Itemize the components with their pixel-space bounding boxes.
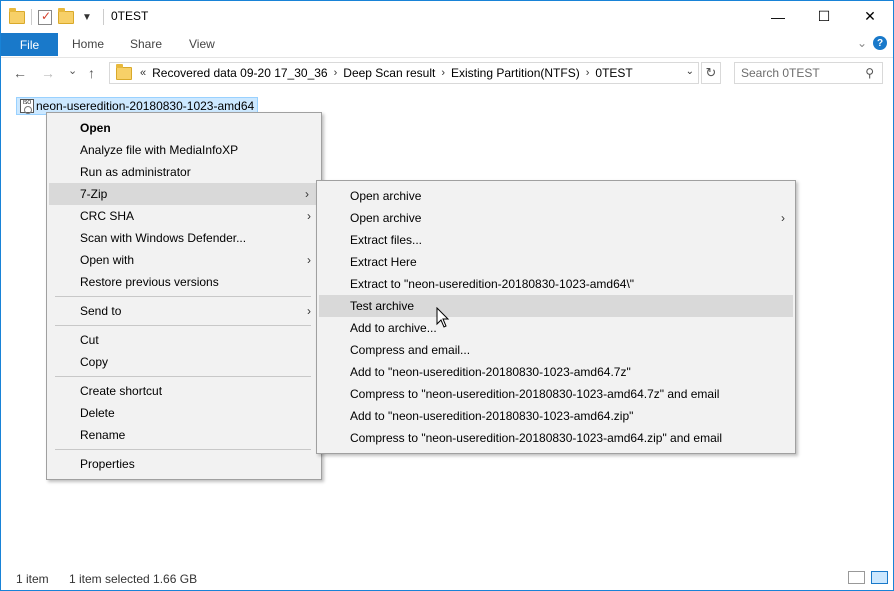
breadcrumb-separator-icon[interactable]: › — [334, 67, 338, 79]
customize-toolbar-chevron-icon[interactable]: ▼ — [82, 12, 92, 23]
menu-item-rename[interactable]: Rename — [47, 424, 321, 446]
status-bar: 1 item 1 item selected 1.66 GB — [1, 568, 893, 590]
submenu-arrow-icon: › — [781, 211, 785, 225]
window-title: 0TEST — [111, 9, 149, 23]
navigation-bar: ← → ⌄ ↑ « Recovered data 09-20 17_30_36 … — [1, 57, 893, 89]
breadcrumb-item[interactable]: Deep Scan result — [343, 66, 435, 80]
menu-item-cut[interactable]: Cut — [47, 329, 321, 351]
breadcrumb-separator-icon[interactable]: › — [586, 67, 590, 79]
submenu-item-extract-here[interactable]: Extract Here — [317, 251, 795, 273]
maximize-button[interactable]: ☐ — [801, 1, 847, 32]
title-divider — [103, 9, 104, 25]
tab-home[interactable]: Home — [72, 37, 104, 51]
menu-separator — [55, 325, 311, 326]
address-bar[interactable]: « Recovered data 09-20 17_30_36 › Deep S… — [109, 62, 699, 84]
title-bar: ▼ 0TEST — ☐ ✕ — [1, 1, 893, 33]
menu-separator — [55, 449, 311, 450]
menu-item-restore-versions[interactable]: Restore previous versions — [47, 271, 321, 293]
menu-separator — [55, 376, 311, 377]
menu-item-crc-sha[interactable]: CRC SHA › — [47, 205, 321, 227]
new-folder-icon[interactable] — [58, 7, 74, 24]
submenu-item-compress-and-email[interactable]: Compress and email... — [317, 339, 795, 361]
menu-item-create-shortcut[interactable]: Create shortcut — [47, 380, 321, 402]
submenu-item-add-to-archive[interactable]: Add to archive... — [317, 317, 795, 339]
properties-icon[interactable] — [38, 9, 52, 25]
large-icons-view-icon[interactable] — [871, 571, 888, 584]
file-name: neon-useredition-20180830-1023-amd64 — [36, 99, 255, 113]
help-icon[interactable]: ? — [873, 36, 887, 50]
menu-separator — [55, 296, 311, 297]
submenu-arrow-icon: › — [305, 187, 309, 201]
mouse-pointer-icon — [436, 307, 450, 328]
breadcrumb-overflow[interactable]: « — [140, 67, 146, 79]
submenu-item-add-to-zip[interactable]: Add to "neon-useredition-20180830-1023-a… — [317, 405, 795, 427]
submenu-item-extract-files[interactable]: Extract files... — [317, 229, 795, 251]
context-menu: Open Analyze file with MediaInfoXP Run a… — [46, 112, 322, 480]
expand-ribbon-chevron-icon[interactable]: ⌄ — [857, 36, 867, 50]
submenu-item-extract-to-folder[interactable]: Extract to "neon-useredition-20180830-10… — [317, 273, 795, 295]
selection-info: 1 item selected 1.66 GB — [69, 572, 198, 586]
submenu-item-test-archive[interactable]: Test archive — [319, 295, 793, 317]
close-button[interactable]: ✕ — [847, 1, 893, 32]
search-placeholder: Search 0TEST — [741, 66, 820, 80]
submenu-arrow-icon: › — [307, 304, 311, 318]
forward-button[interactable]: → — [41, 65, 55, 81]
breadcrumb-item[interactable]: Existing Partition(NTFS) — [451, 66, 580, 80]
window-controls: — ☐ ✕ — [755, 1, 893, 32]
breadcrumb-item[interactable]: Recovered data 09-20 17_30_36 — [152, 66, 327, 80]
tab-file[interactable]: File — [1, 33, 58, 56]
toolbar-divider — [31, 9, 32, 25]
submenu-item-add-to-7z[interactable]: Add to "neon-useredition-20180830-1023-a… — [317, 361, 795, 383]
folder-icon — [116, 63, 132, 80]
refresh-button[interactable]: ↻ — [701, 62, 721, 84]
menu-item-send-to[interactable]: Send to › — [47, 300, 321, 322]
submenu-item-open-archive[interactable]: Open archive — [317, 185, 795, 207]
item-count: 1 item — [16, 572, 49, 586]
menu-item-run-as-admin[interactable]: Run as administrator — [47, 161, 321, 183]
menu-item-analyze-mediainfo[interactable]: Analyze file with MediaInfoXP — [47, 139, 321, 161]
tab-share[interactable]: Share — [130, 37, 162, 51]
recent-locations-button[interactable]: ⌄ — [68, 64, 77, 77]
tab-view[interactable]: View — [189, 37, 215, 51]
breadcrumb-separator-icon[interactable]: › — [441, 67, 445, 79]
quick-access-toolbar: ▼ — [9, 7, 92, 26]
menu-item-properties[interactable]: Properties — [47, 453, 321, 475]
menu-item-7zip[interactable]: 7-Zip › — [49, 183, 319, 205]
menu-item-scan-defender[interactable]: Scan with Windows Defender... — [47, 227, 321, 249]
submenu-item-compress-zip-email[interactable]: Compress to "neon-useredition-20180830-1… — [317, 427, 795, 449]
details-view-icon[interactable] — [848, 571, 865, 584]
submenu-arrow-icon: › — [307, 253, 311, 267]
submenu-arrow-icon: › — [307, 209, 311, 223]
menu-item-delete[interactable]: Delete — [47, 402, 321, 424]
minimize-button[interactable]: — — [755, 1, 801, 32]
back-button[interactable]: ← — [13, 65, 27, 81]
address-dropdown-chevron-icon[interactable]: ⌄ — [686, 66, 694, 77]
submenu-item-open-archive-more[interactable]: Open archive › — [317, 207, 795, 229]
menu-item-copy[interactable]: Copy — [47, 351, 321, 373]
explorer-window: ▼ 0TEST — ☐ ✕ File Home Share View ⌄ ? ←… — [0, 0, 894, 591]
breadcrumb-item[interactable]: 0TEST — [595, 66, 632, 80]
menu-item-open[interactable]: Open — [47, 117, 321, 139]
iso-file-icon: ISO — [20, 99, 34, 114]
up-button[interactable]: ↑ — [88, 65, 95, 81]
search-icon[interactable]: ⚲ — [865, 66, 874, 80]
search-input[interactable]: Search 0TEST ⚲ — [734, 62, 883, 84]
submenu-item-compress-7z-email[interactable]: Compress to "neon-useredition-20180830-1… — [317, 383, 795, 405]
folder-icon[interactable] — [9, 7, 25, 24]
menu-item-open-with[interactable]: Open with › — [47, 249, 321, 271]
ribbon-tabs: File Home Share View ⌄ ? — [1, 33, 893, 56]
7zip-submenu: Open archive Open archive › Extract files… — [316, 180, 796, 454]
